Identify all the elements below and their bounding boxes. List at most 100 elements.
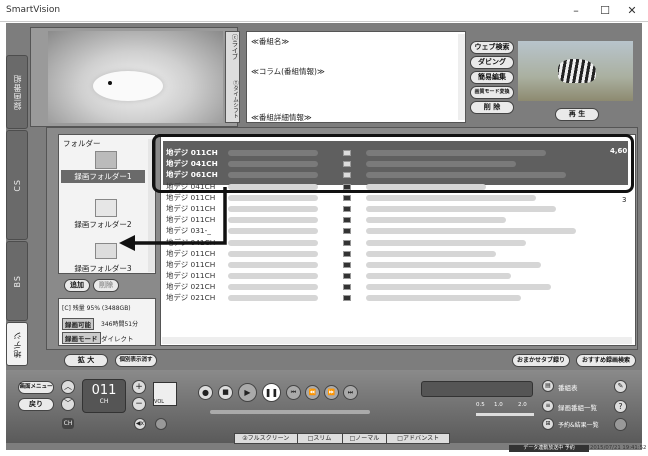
- play-icon[interactable]: ▶: [238, 383, 257, 402]
- rewind-icon[interactable]: ⏪: [305, 385, 320, 400]
- seek-bar[interactable]: [210, 410, 370, 414]
- channel-label: 地デジ 061CH: [166, 170, 218, 180]
- title-bar: SmartVision – ☐ ✕: [0, 0, 648, 22]
- tab-terrestrial[interactable]: 地デジ: [6, 322, 28, 366]
- record-icon[interactable]: ●: [198, 385, 213, 400]
- broadcast-icon: [343, 217, 351, 224]
- list-item[interactable]: 地デジ 011CH: [166, 214, 626, 225]
- channel-ch: CH: [99, 398, 109, 405]
- list-item[interactable]: 地デジ 041CH: [166, 181, 626, 192]
- blurred-title: [366, 217, 506, 224]
- maximize-button[interactable]: ☐: [597, 3, 613, 19]
- folder-item-3[interactable]: 録画フォルダー3: [61, 263, 145, 274]
- speed-05: 0.5: [476, 402, 485, 408]
- settings-tool-icon[interactable]: ✎: [614, 380, 627, 393]
- screen-menu-button[interactable]: 画面メニュー: [18, 381, 54, 394]
- list-item[interactable]: 地デジ 021CH: [166, 281, 626, 292]
- list-item[interactable]: 地デジ 011CH: [166, 192, 626, 203]
- broadcast-icon: [343, 228, 351, 235]
- blurred-date: [228, 205, 318, 212]
- channel-up-icon[interactable]: ︿: [61, 380, 75, 394]
- list-item[interactable]: 地デジ 061CH: [166, 169, 626, 180]
- hide-individual-button[interactable]: 個別表示消す: [115, 354, 157, 367]
- view-advanced[interactable]: □アドバンスト: [387, 434, 449, 443]
- broadcast-icon: [343, 239, 351, 246]
- play-button[interactable]: 再 生: [555, 108, 599, 121]
- reservation-label[interactable]: 予約&結果一覧: [558, 420, 599, 429]
- blurred-title: [366, 183, 486, 190]
- status-text: データ連動放送中 予約: [509, 445, 589, 452]
- recordable-label: 録画可能: [62, 318, 94, 330]
- delete-button[interactable]: 削 除: [470, 101, 514, 114]
- blurred-date: [228, 217, 318, 224]
- web-search-button[interactable]: ウェブ検索: [470, 41, 514, 54]
- tab-timeshift[interactable]: Ⓣタイムシフト: [227, 80, 239, 122]
- add-folder-button[interactable]: 追加: [64, 279, 90, 292]
- quality-convert-button[interactable]: 画質モード変換: [470, 86, 514, 99]
- view-fullscreen[interactable]: ②フルスクリーン: [235, 434, 298, 443]
- folder-header: フォルダー: [63, 139, 101, 148]
- omakase-button[interactable]: おまかせタブ録り: [512, 354, 570, 367]
- blurred-title: [366, 261, 541, 268]
- simple-edit-button[interactable]: 簡易編集: [470, 71, 514, 84]
- close-button[interactable]: ✕: [624, 3, 640, 19]
- guide-icon[interactable]: ▤: [542, 380, 554, 392]
- view-normal[interactable]: □ノーマル: [343, 434, 388, 443]
- blurred-title: [366, 239, 526, 246]
- list-item[interactable]: 地デジ 011CH: [166, 270, 626, 281]
- blurred-title: [366, 273, 511, 280]
- tab-recorded[interactable]: 録画番組: [6, 55, 28, 129]
- blurred-title: [366, 250, 496, 257]
- tab-bs[interactable]: BS: [6, 241, 28, 321]
- record-mode-label: 録画モード: [62, 332, 101, 344]
- volume-up-icon[interactable]: +: [132, 380, 146, 394]
- list-hscrollbar[interactable]: [162, 337, 632, 344]
- enlarge-button[interactable]: 拡 大: [64, 354, 108, 367]
- blurred-date: [228, 228, 318, 235]
- guide-label[interactable]: 番組表: [558, 382, 578, 392]
- recorded-thumbnail: [518, 41, 633, 101]
- list-item[interactable]: 地デジ 031-_: [166, 225, 626, 236]
- pause-icon[interactable]: ❚❚: [262, 383, 281, 402]
- blurred-date: [228, 239, 318, 246]
- dubbing-button[interactable]: ダビング: [470, 56, 514, 69]
- minimize-button[interactable]: –: [568, 3, 584, 19]
- speed-slider[interactable]: [476, 413, 534, 416]
- help-icon[interactable]: ?: [614, 400, 627, 413]
- channel-down-icon[interactable]: ﹀: [61, 397, 75, 411]
- list-item[interactable]: 地デジ 021CH: [166, 292, 626, 303]
- recommend-search-button[interactable]: おすすめ録画検索: [576, 354, 636, 367]
- mute-icon[interactable]: ◀x: [134, 418, 146, 430]
- info-scrollbar[interactable]: [458, 34, 465, 120]
- broadcast-icon: [343, 250, 351, 257]
- channel-label: 地デジ 011CH: [166, 259, 216, 269]
- window-title: SmartVision: [6, 5, 61, 15]
- list-item[interactable]: 地デジ 011CH: [166, 203, 626, 214]
- reservation-icon[interactable]: ⊞: [542, 418, 554, 430]
- caption-icon[interactable]: [155, 418, 167, 430]
- skip-back-icon[interactable]: ⏮: [286, 385, 301, 400]
- ch-input-button[interactable]: CH: [62, 418, 74, 429]
- recorded-list-label[interactable]: 録画番組一覧: [558, 402, 597, 412]
- list-item[interactable]: 地デジ 041CH: [166, 237, 626, 248]
- list-item[interactable]: 地デジ 011CH: [166, 248, 626, 259]
- volume-down-icon[interactable]: −: [132, 397, 146, 411]
- list-item[interactable]: 地デジ 011CH: [166, 259, 626, 270]
- arrow-annotation: [119, 187, 227, 251]
- remove-folder-button[interactable]: 削除: [93, 279, 119, 292]
- back-button[interactable]: 戻り: [18, 398, 54, 411]
- tab-live[interactable]: ⓒライブ: [227, 34, 239, 78]
- info-display: [421, 381, 533, 397]
- skip-forward-icon[interactable]: ⏭: [343, 385, 358, 400]
- power-icon[interactable]: [614, 418, 627, 431]
- blurred-title: [366, 161, 516, 168]
- blurred-date: [228, 261, 318, 268]
- list-item[interactable]: 地デジ 041CH: [166, 158, 626, 169]
- fast-forward-icon[interactable]: ⏩: [324, 385, 339, 400]
- folder-item-1[interactable]: 録画フォルダー1: [61, 170, 145, 183]
- stop-icon[interactable]: ■: [218, 385, 233, 400]
- recorded-list-icon[interactable]: ≡: [542, 400, 554, 412]
- tab-cs[interactable]: CS: [6, 130, 28, 240]
- list-item[interactable]: 地デジ 011CH: [166, 147, 626, 158]
- view-slim[interactable]: □スリム: [298, 434, 343, 443]
